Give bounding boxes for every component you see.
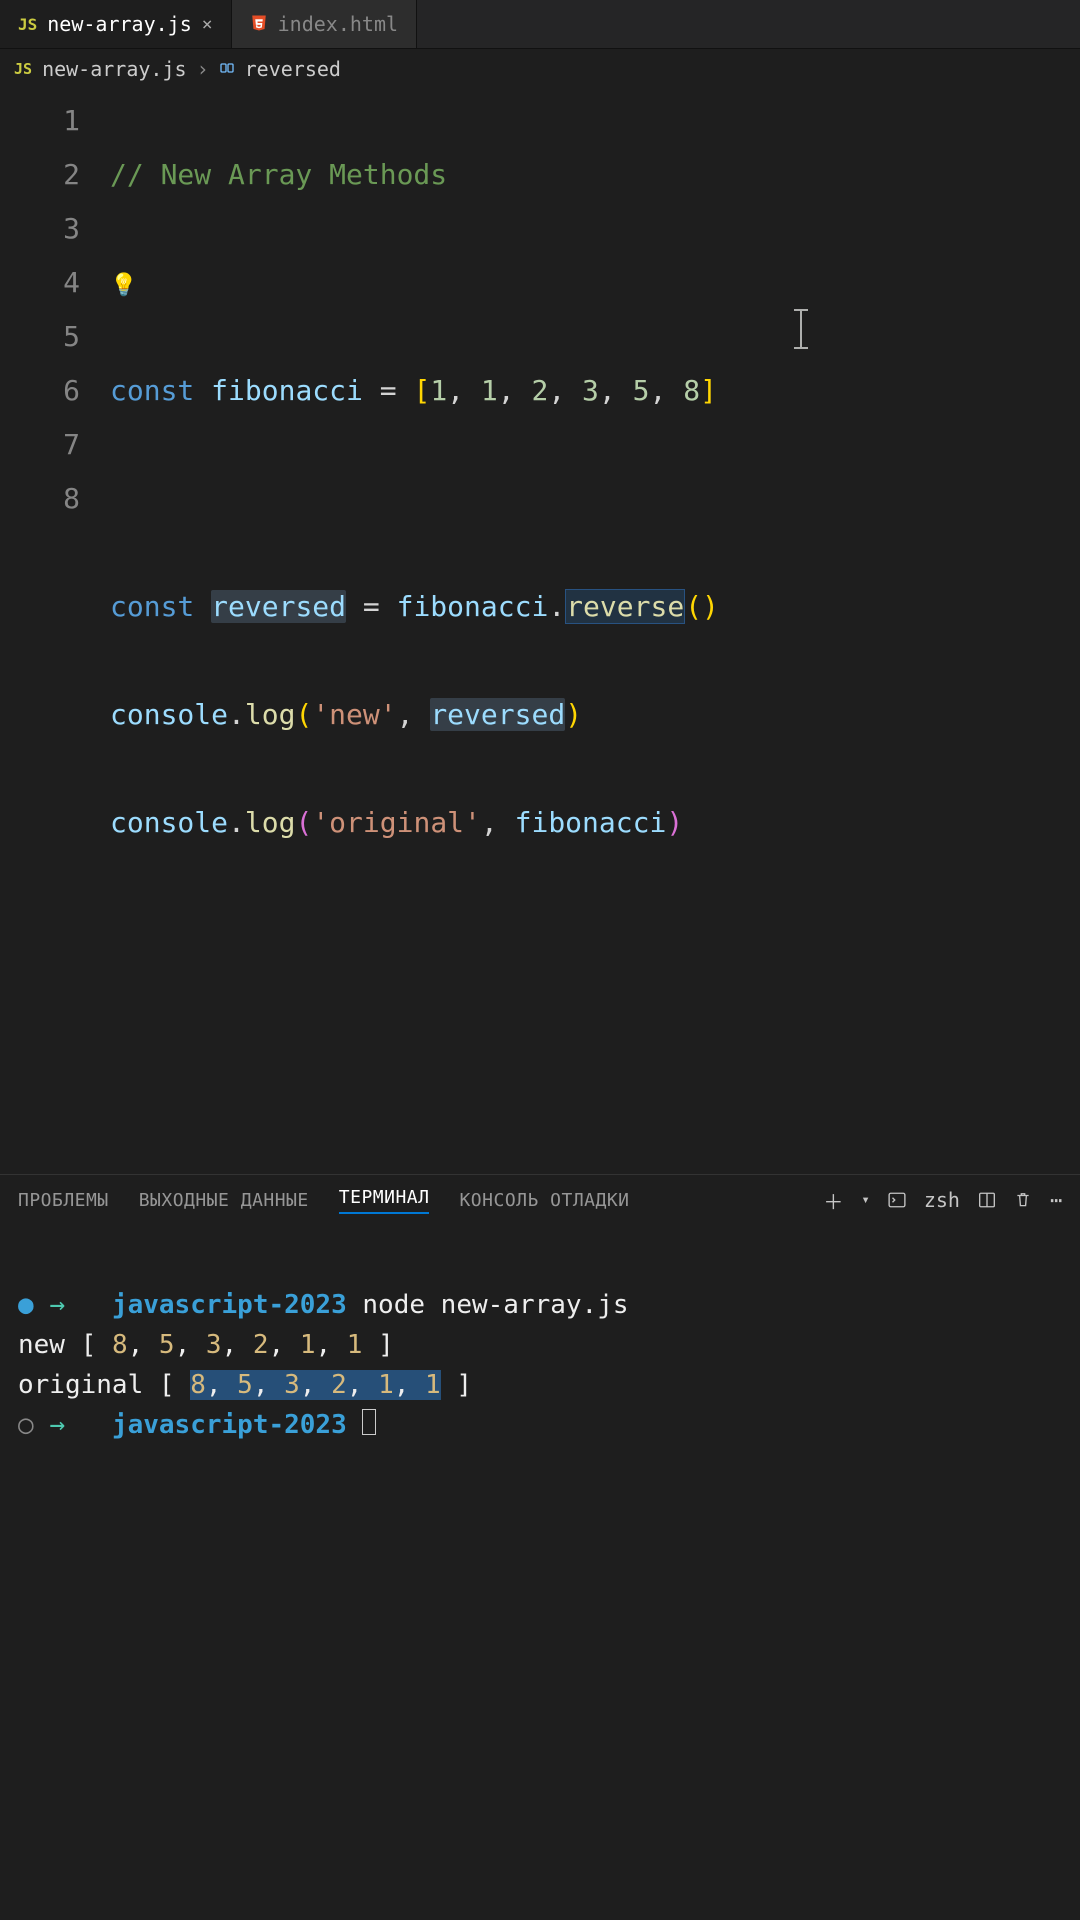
js-icon: JS: [14, 60, 32, 78]
bottom-panel: ПРОБЛЕМЫ ВЫХОДНЫЕ ДАННЫЕ ТЕРМИНАЛ КОНСОЛ…: [0, 1174, 1080, 1920]
tab-label: new-array.js: [47, 12, 192, 36]
more-icon[interactable]: ⋯: [1050, 1188, 1062, 1212]
breadcrumb-symbol: reversed: [245, 57, 341, 81]
close-icon[interactable]: ×: [202, 14, 213, 35]
tab-debug-console[interactable]: КОНСОЛЬ ОТЛАДКИ: [459, 1190, 629, 1211]
js-icon: JS: [18, 15, 37, 34]
lightbulb-icon[interactable]: 💡: [110, 259, 137, 313]
code-content[interactable]: // New Array Methods const fibonacci = […: [110, 94, 1080, 1174]
symbol-icon: [219, 60, 235, 78]
breadcrumb[interactable]: JS new-array.js › reversed: [0, 49, 1080, 88]
panel-tab-bar: ПРОБЛЕМЫ ВЫХОДНЫЕ ДАННЫЕ ТЕРМИНАЛ КОНСОЛ…: [0, 1175, 1080, 1225]
tab-output[interactable]: ВЫХОДНЫЕ ДАННЫЕ: [139, 1190, 309, 1211]
tab-bar: JS new-array.js × index.html: [0, 0, 1080, 49]
new-terminal-button[interactable]: ＋: [823, 1186, 843, 1215]
shell-icon[interactable]: [888, 1188, 906, 1212]
chevron-down-icon[interactable]: ▾: [861, 1192, 869, 1208]
breadcrumb-file: new-array.js: [42, 57, 187, 81]
code-comment: // New Array Methods: [110, 158, 447, 191]
code-editor[interactable]: 12345678 // New Array Methods const fibo…: [0, 88, 1080, 1174]
html-icon: [250, 14, 268, 34]
tab-new-array-js[interactable]: JS new-array.js ×: [0, 0, 232, 48]
trash-icon[interactable]: [1014, 1188, 1032, 1212]
chevron-right-icon: ›: [197, 57, 209, 81]
panel-tools: ＋ ▾ zsh ⋯: [823, 1186, 1062, 1215]
tab-index-html[interactable]: index.html: [232, 0, 417, 48]
tab-problems[interactable]: ПРОБЛЕМЫ: [18, 1190, 109, 1211]
tab-label: index.html: [278, 12, 398, 36]
split-panel-button[interactable]: [978, 1188, 996, 1212]
terminal-content[interactable]: ● → javascript-2023 node new-array.js ne…: [0, 1225, 1080, 1920]
terminal-cursor: [362, 1409, 376, 1435]
line-gutter: 12345678: [0, 94, 110, 1174]
text-cursor: [800, 309, 802, 349]
shell-name: zsh: [924, 1188, 960, 1212]
tab-terminal[interactable]: ТЕРМИНАЛ: [339, 1187, 430, 1214]
